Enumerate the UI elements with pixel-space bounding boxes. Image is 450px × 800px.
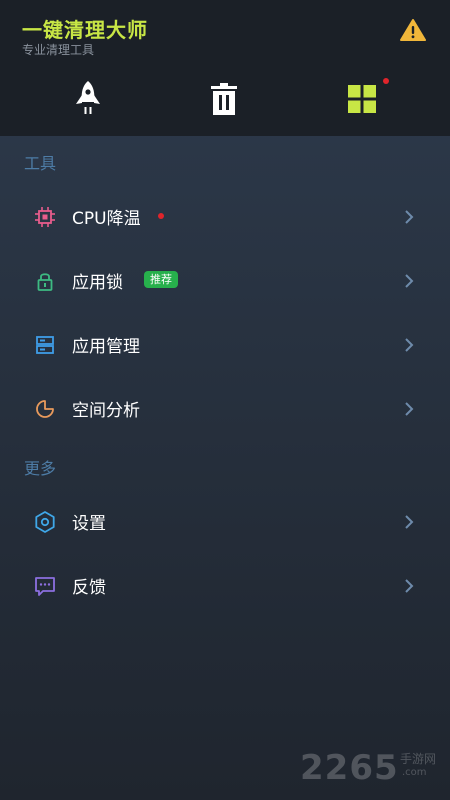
warning-icon xyxy=(400,19,426,41)
section-title-more: 更多 xyxy=(24,459,57,478)
chevron-right-icon xyxy=(405,579,414,593)
chip-icon xyxy=(33,205,57,229)
chevron-right-icon xyxy=(405,274,414,288)
new-dot xyxy=(158,213,164,219)
app-subtitle: 专业清理工具 xyxy=(22,43,95,57)
menu-item-feedback[interactable]: 反馈 xyxy=(0,554,450,616)
app-header: 一键清理大师 专业清理工具 xyxy=(0,0,450,136)
menu-item-settings[interactable]: 设置 xyxy=(0,490,450,552)
warning-button[interactable] xyxy=(400,18,426,42)
watermark-text: 手游网 xyxy=(400,752,437,766)
section-title-tools: 工具 xyxy=(24,154,57,173)
gear-icon xyxy=(33,510,57,534)
app-manage-icon xyxy=(33,333,57,357)
grid-icon xyxy=(348,85,376,113)
menu-item-space-analysis[interactable]: 空间分析 xyxy=(0,377,450,439)
feedback-icon xyxy=(33,574,57,598)
rocket-icon xyxy=(76,81,100,114)
menu-item-app-manage[interactable]: 应用管理 xyxy=(0,313,450,375)
menu-label: 反馈 xyxy=(72,578,106,598)
menu-label: 设置 xyxy=(72,514,106,534)
watermark-domain: .com xyxy=(402,767,427,778)
menu-item-cpu-cooling[interactable]: CPU降温 xyxy=(0,185,450,247)
toolbar-clean-button[interactable] xyxy=(204,78,244,120)
chevron-right-icon xyxy=(405,515,414,529)
watermark-logo: 2265 xyxy=(300,748,399,788)
chevron-right-icon xyxy=(405,338,414,352)
app-title: 一键清理大师 xyxy=(22,18,148,42)
chevron-right-icon xyxy=(405,210,414,224)
menu-label: 空间分析 xyxy=(72,401,140,421)
menu-label: CPU降温 xyxy=(72,209,141,229)
notification-dot xyxy=(383,78,389,84)
menu-item-app-lock[interactable]: 应用锁 推荐 xyxy=(0,249,450,311)
toolbar-apps-button[interactable] xyxy=(342,78,389,120)
menu-label: 应用管理 xyxy=(72,337,140,357)
toolbar-boost-button[interactable] xyxy=(68,78,108,120)
lock-icon xyxy=(33,269,57,293)
chevron-right-icon xyxy=(405,402,414,416)
recommend-badge: 推荐 xyxy=(144,271,178,288)
pie-chart-icon xyxy=(33,397,57,421)
menu-label: 应用锁 xyxy=(72,273,123,293)
trash-icon xyxy=(211,83,237,115)
